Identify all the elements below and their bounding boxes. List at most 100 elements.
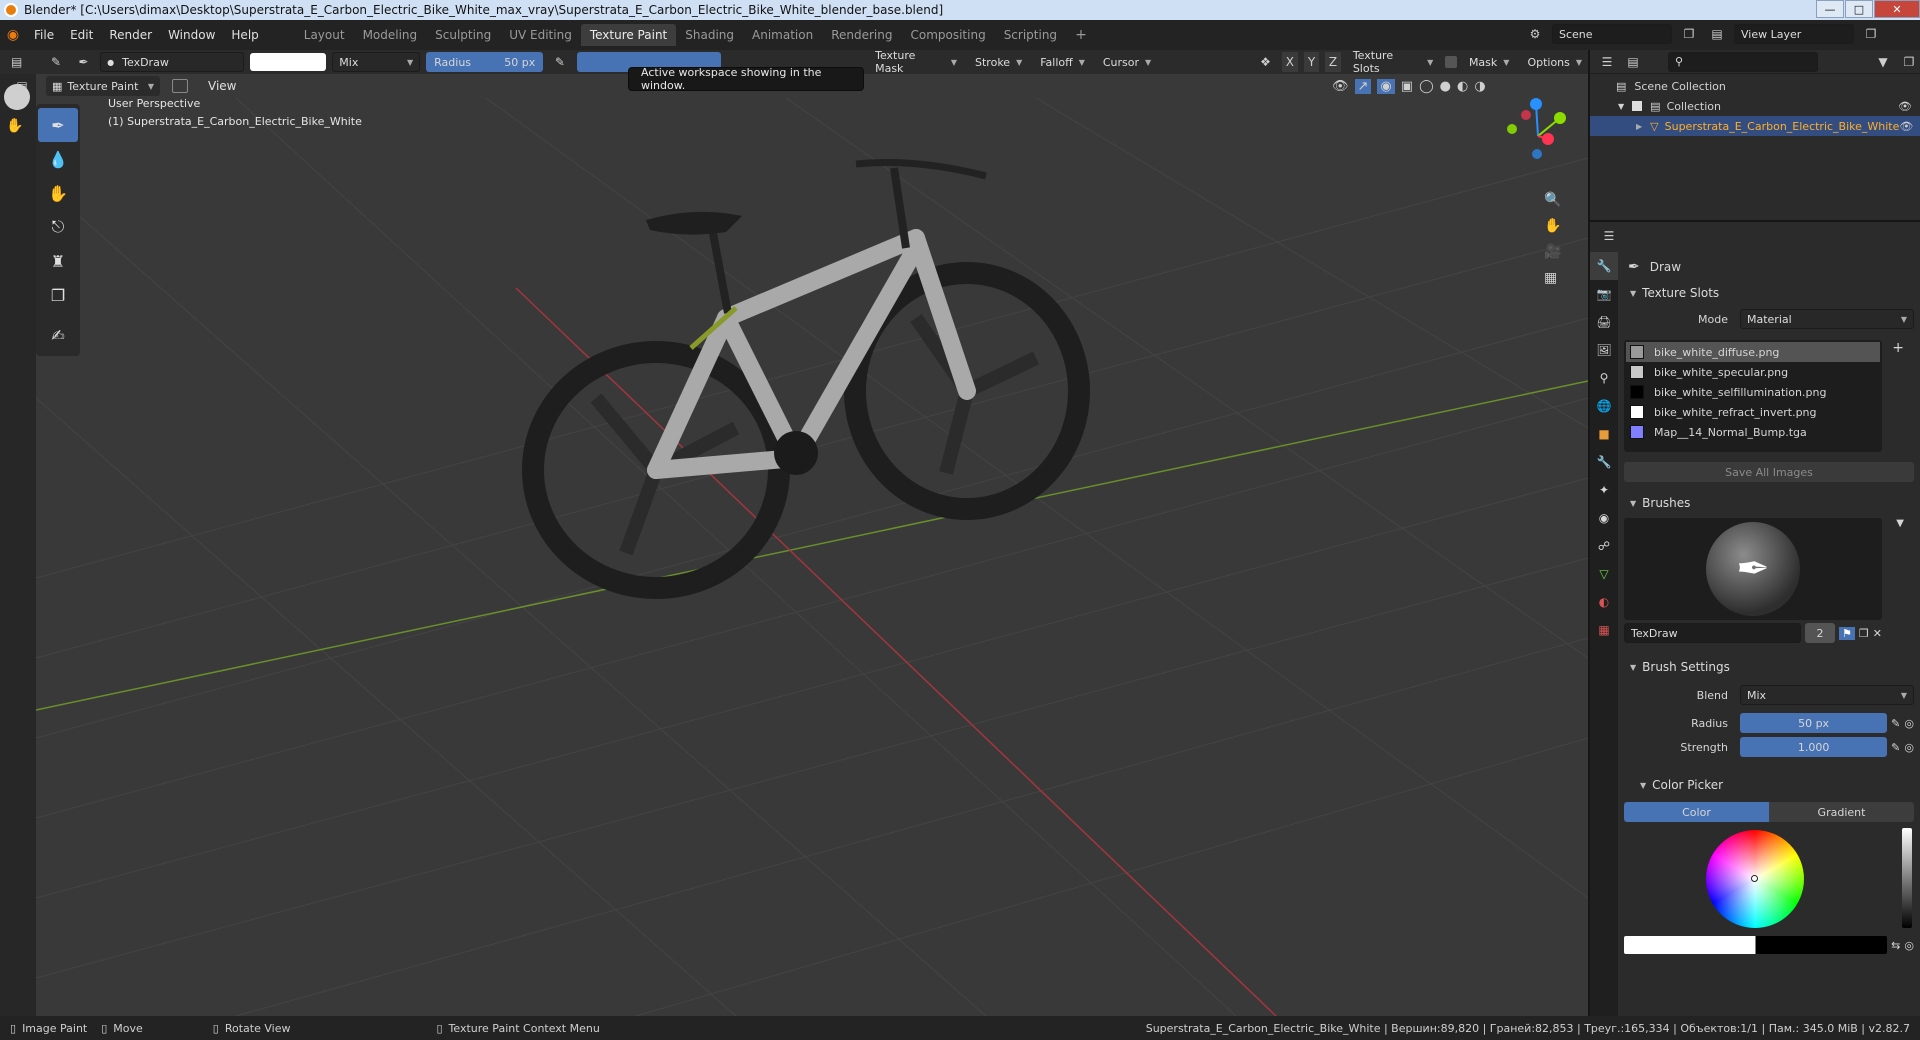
- color-wheel-cursor[interactable]: [1751, 875, 1758, 882]
- texture-slots-panel-header[interactable]: ▼ Texture Slots: [1624, 282, 1914, 304]
- filter-icon[interactable]: ▼: [1872, 52, 1894, 72]
- mask-dropdown[interactable]: Mask ▼: [1463, 52, 1516, 72]
- brush-settings-panel-header[interactable]: ▼ Brush Settings: [1624, 656, 1914, 678]
- modifier-tab-icon[interactable]: 🔧: [1590, 448, 1618, 476]
- tool-settings-icon[interactable]: ✎: [45, 52, 66, 72]
- gizmo-x-axis[interactable]: [1542, 133, 1554, 145]
- object-visibility-icon[interactable]: 👁: [1899, 120, 1913, 133]
- 3d-viewport[interactable]: User Perspective (1) Superstrata_E_Carbo…: [36, 98, 1588, 1016]
- tab-layout[interactable]: Layout: [295, 24, 354, 46]
- editor-type-icon[interactable]: ▤: [6, 52, 27, 72]
- data-tab-icon[interactable]: ▽: [1590, 560, 1618, 588]
- view-layer-selector[interactable]: View Layer: [1734, 24, 1854, 44]
- constraints-tab-icon[interactable]: ☍: [1590, 532, 1618, 560]
- tab-animation[interactable]: Animation: [743, 24, 822, 46]
- blend-mode-dropdown[interactable]: Mix ▼: [332, 52, 421, 72]
- brush-color-swatch[interactable]: [250, 53, 327, 71]
- gizmo-y-axis[interactable]: [1554, 112, 1566, 124]
- mask-tool-icon[interactable]: ❐: [38, 278, 78, 312]
- texture-tab-icon[interactable]: ▦: [1590, 616, 1618, 644]
- tab-modeling[interactable]: Modeling: [354, 24, 427, 46]
- slot-item[interactable]: Map__14_Normal_Bump.tga: [1626, 422, 1880, 442]
- duplicate-brush-icon[interactable]: ❐: [1859, 627, 1869, 640]
- slot-item[interactable]: bike_white_refract_invert.png: [1626, 402, 1880, 422]
- mode-dropdown[interactable]: ▦ Texture Paint ▼: [46, 76, 160, 96]
- unlink-brush-icon[interactable]: ✕: [1873, 627, 1882, 640]
- blend-dropdown[interactable]: Mix ▼: [1740, 685, 1914, 705]
- strength-unit-icon[interactable]: ◎: [1904, 741, 1914, 754]
- brush-list-chevron-icon[interactable]: ▼: [1896, 518, 1904, 529]
- tool-tab-icon[interactable]: 🔧: [1590, 252, 1618, 280]
- new-scene-icon[interactable]: ❐: [1678, 24, 1700, 44]
- brush-users-count[interactable]: 2: [1805, 623, 1836, 643]
- texture-mask-dropdown[interactable]: Texture Mask ▼: [869, 49, 963, 75]
- draw-tool-icon[interactable]: ✒: [38, 108, 78, 142]
- mask-checkbox[interactable]: [1445, 56, 1457, 68]
- menu-edit[interactable]: Edit: [62, 28, 101, 42]
- tab-scripting[interactable]: Scripting: [995, 24, 1066, 46]
- fake-user-icon[interactable]: ⚑: [1839, 626, 1855, 640]
- overlay-toggle-icon[interactable]: ◉: [1377, 78, 1395, 94]
- new-view-layer-icon[interactable]: ❐: [1860, 24, 1882, 44]
- add-workspace-icon[interactable]: +: [1066, 23, 1096, 47]
- gizmo-neg-z-axis[interactable]: [1532, 149, 1542, 159]
- color-wheel[interactable]: [1706, 830, 1804, 928]
- add-slot-icon[interactable]: +: [1892, 340, 1904, 356]
- slot-item[interactable]: bike_white_selfillumination.png: [1626, 382, 1880, 402]
- paint-mask-toggle[interactable]: [172, 79, 188, 93]
- brushes-panel-header[interactable]: ▼ Brushes: [1624, 492, 1914, 514]
- tab-rendering[interactable]: Rendering: [822, 24, 901, 46]
- swap-colors-icon[interactable]: ⇆: [1891, 939, 1900, 952]
- tree-collection[interactable]: ▼ ▤ Collection 👁: [1590, 96, 1920, 116]
- options-dropdown[interactable]: Options ▼: [1521, 52, 1588, 72]
- scene-icon[interactable]: ⚙: [1524, 24, 1546, 44]
- tab-color[interactable]: Color: [1624, 802, 1769, 822]
- render-tab-icon[interactable]: 📷: [1590, 280, 1618, 308]
- tree-scene-collection[interactable]: ▤ Scene Collection: [1590, 76, 1920, 96]
- color-swatches[interactable]: [1624, 936, 1888, 954]
- navigation-gizmo[interactable]: [1498, 98, 1578, 176]
- physics-tab-icon[interactable]: ◉: [1590, 504, 1618, 532]
- outliner-search-input[interactable]: ⚲: [1668, 51, 1818, 72]
- outliner-editor-type-icon[interactable]: ☰: [1596, 52, 1618, 72]
- slot-item[interactable]: bike_white_specular.png: [1626, 362, 1880, 382]
- material-shading-icon[interactable]: ◐: [1457, 79, 1468, 94]
- color-picker-panel-header[interactable]: ▼ Color Picker: [1624, 774, 1914, 796]
- radius-slider[interactable]: Radius 50 px: [426, 52, 544, 72]
- annotate-tool-icon[interactable]: ✍: [38, 318, 78, 352]
- wireframe-shading-icon[interactable]: ◯: [1419, 79, 1434, 94]
- gizmo-neg-y-axis[interactable]: [1507, 124, 1517, 134]
- radius-unit-icon[interactable]: ◎: [1904, 717, 1914, 730]
- tab-sculpting[interactable]: Sculpting: [426, 24, 500, 46]
- scene-selector[interactable]: Scene: [1552, 24, 1672, 44]
- display-mode-icon[interactable]: ▤: [1622, 52, 1644, 72]
- menu-render[interactable]: Render: [101, 28, 160, 42]
- pressure-icon[interactable]: ✎: [549, 52, 570, 72]
- mirror-x-toggle[interactable]: X: [1282, 52, 1298, 72]
- tab-shading[interactable]: Shading: [676, 24, 743, 46]
- tab-compositing[interactable]: Compositing: [901, 24, 994, 46]
- slot-item[interactable]: bike_white_diffuse.png: [1626, 342, 1880, 362]
- blender-menu-icon[interactable]: ◉: [0, 27, 26, 43]
- soften-tool-icon[interactable]: 💧: [38, 142, 78, 176]
- clone-tool-icon[interactable]: ⎋: [38, 210, 78, 244]
- value-slider[interactable]: [1902, 828, 1912, 928]
- menu-help[interactable]: Help: [223, 28, 266, 42]
- view-layer-icon[interactable]: ▤: [1706, 24, 1728, 44]
- rendered-shading-icon[interactable]: ◑: [1474, 79, 1485, 94]
- output-tab-icon[interactable]: 🖨: [1590, 308, 1618, 336]
- view-layer-tab-icon[interactable]: 🖼: [1590, 336, 1618, 364]
- menu-file[interactable]: File: [26, 28, 62, 42]
- radius-pressure-icon[interactable]: ✎: [1891, 717, 1900, 730]
- brush-selector[interactable]: ● TexDraw: [100, 52, 245, 72]
- tab-gradient[interactable]: Gradient: [1769, 802, 1914, 822]
- collapse-triangle-icon[interactable]: ▼: [1618, 102, 1624, 111]
- fill-tool-icon[interactable]: ♜: [38, 244, 78, 278]
- texture-slots-dropdown[interactable]: Texture Slots ▼: [1347, 49, 1439, 75]
- slot-mode-dropdown[interactable]: Material ▼: [1740, 309, 1914, 329]
- camera-icon[interactable]: 🎥: [1544, 244, 1561, 260]
- visibility-icon[interactable]: 👁: [1332, 79, 1349, 94]
- symmetry-icon[interactable]: ❖: [1255, 52, 1276, 72]
- save-all-images-button[interactable]: Save All Images: [1624, 462, 1914, 482]
- radius-field[interactable]: 50 px: [1740, 713, 1888, 733]
